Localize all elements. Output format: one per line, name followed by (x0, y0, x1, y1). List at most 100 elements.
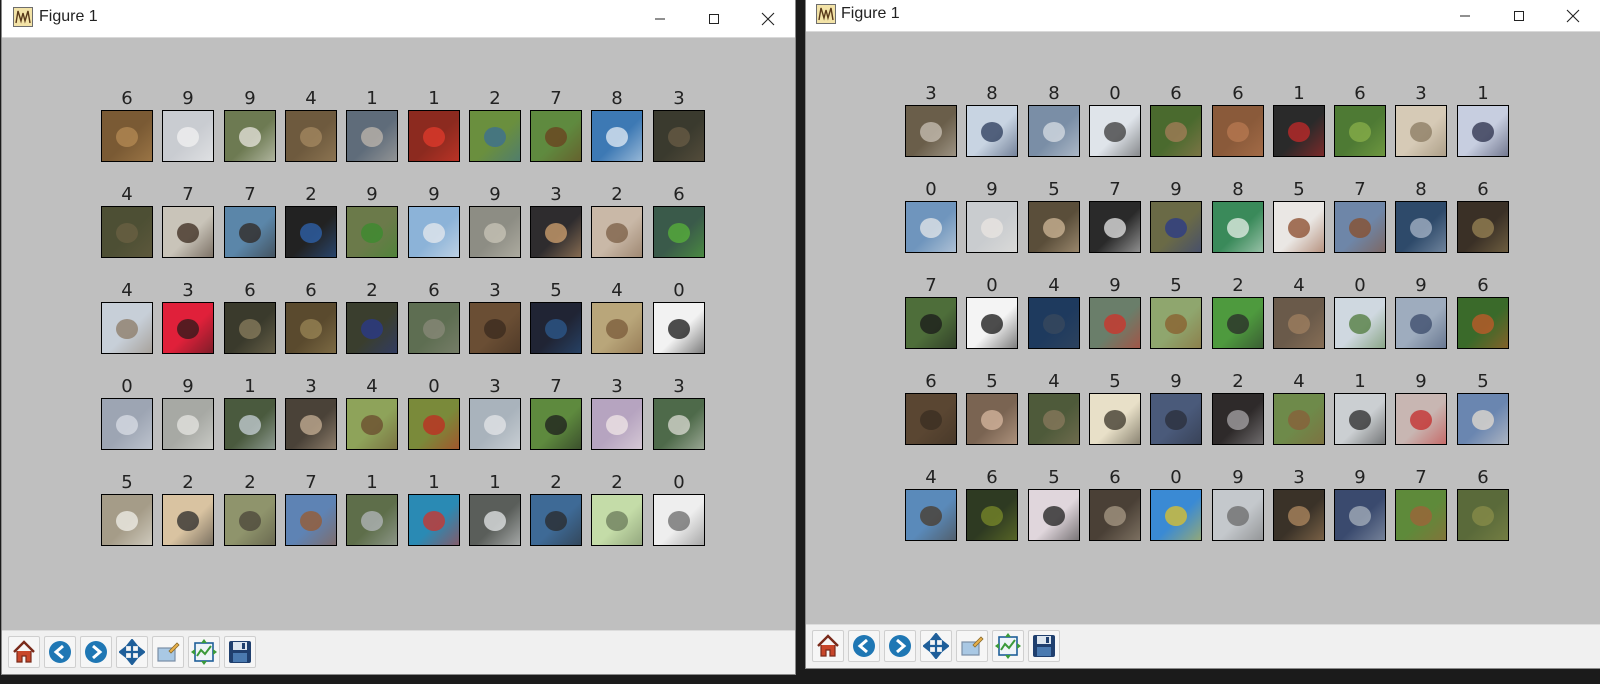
class-label: 3 (925, 83, 937, 104)
cifar-thumbnail (1212, 105, 1264, 157)
cifar-thumbnail (224, 494, 276, 546)
zoom-button[interactable] (152, 636, 184, 668)
forward-button[interactable] (80, 636, 112, 668)
maximize-button[interactable] (1492, 0, 1546, 31)
cifar-thumbnail (1457, 393, 1509, 445)
maximize-button[interactable] (687, 0, 741, 37)
home-button[interactable] (812, 630, 844, 662)
cifar-thumbnail (1334, 297, 1386, 349)
class-label: 4 (1048, 275, 1060, 296)
cifar-thumbnail (101, 494, 153, 546)
cifar-thumbnail (1273, 105, 1325, 157)
class-label: 4 (1048, 371, 1060, 392)
cifar-thumbnail (905, 105, 957, 157)
cifar-thumbnail (1028, 489, 1080, 541)
cifar-thumbnail (591, 206, 643, 258)
class-label: 7 (305, 472, 317, 493)
cifar-thumbnail (1212, 489, 1264, 541)
class-label: 3 (673, 88, 685, 109)
class-label: 1 (244, 376, 256, 397)
cifar-thumbnail (591, 398, 643, 450)
cifar-thumbnail (591, 302, 643, 354)
cifar-thumbnail (1028, 105, 1080, 157)
cifar-thumbnail (408, 494, 460, 546)
class-label: 1 (428, 88, 440, 109)
class-label: 6 (673, 184, 685, 205)
cifar-thumbnail (1089, 201, 1141, 253)
cifar-thumbnail (591, 110, 643, 162)
cifar-thumbnail (346, 110, 398, 162)
cifar-thumbnail (469, 206, 521, 258)
class-label: 0 (673, 280, 685, 301)
back-button[interactable] (44, 636, 76, 668)
class-label: 6 (1109, 467, 1121, 488)
home-button[interactable] (8, 636, 40, 668)
class-label: 6 (1477, 275, 1489, 296)
cifar-thumbnail (530, 302, 582, 354)
class-label: 6 (1232, 83, 1244, 104)
class-label: 7 (244, 184, 256, 205)
cifar-thumbnail (224, 302, 276, 354)
forward-button[interactable] (884, 630, 916, 662)
cifar-thumbnail (653, 398, 705, 450)
forward-arrow-icon (83, 639, 109, 665)
class-label: 4 (925, 467, 937, 488)
cifar-thumbnail (1395, 489, 1447, 541)
minimize-button[interactable] (1438, 0, 1492, 31)
class-label: 7 (550, 88, 562, 109)
class-label: 9 (1354, 467, 1366, 488)
cifar-thumbnail (1089, 297, 1141, 349)
navigation-toolbar (2, 630, 795, 674)
pan-button[interactable] (920, 630, 952, 662)
class-label: 8 (1415, 179, 1427, 200)
class-label: 6 (1354, 83, 1366, 104)
title-bar[interactable]: Figure 1 (2, 0, 795, 38)
cifar-thumbnail (1334, 393, 1386, 445)
cifar-thumbnail (966, 489, 1018, 541)
save-button[interactable] (224, 636, 256, 668)
minimize-button[interactable] (633, 0, 687, 37)
back-button[interactable] (848, 630, 880, 662)
save-button[interactable] (1028, 630, 1060, 662)
cifar-thumbnail (285, 494, 337, 546)
class-label: 8 (611, 88, 623, 109)
cifar-thumbnail (653, 302, 705, 354)
matplotlib-app-icon (816, 4, 836, 24)
close-button[interactable] (741, 0, 795, 37)
class-label: 6 (121, 88, 133, 109)
class-label: 9 (489, 184, 501, 205)
class-label: 6 (986, 467, 998, 488)
cifar-thumbnail (1150, 297, 1202, 349)
cifar-thumbnail (1089, 105, 1141, 157)
figure-canvas[interactable]: 3 8 8 0 6 6 1 6 3 1 0 9 5 7 9 8 5 7 8 6 7 0 4 9 5 2 4 0 9 6 6 5 4 5 9 2 4 1 9 5… (806, 32, 1600, 625)
cifar-thumbnail (1212, 297, 1264, 349)
cifar-thumbnail (1089, 489, 1141, 541)
cifar-thumbnail (530, 398, 582, 450)
back-arrow-icon (47, 639, 73, 665)
figure-canvas[interactable]: 6 9 9 4 1 1 2 7 8 3 4 7 7 2 9 9 9 3 2 6 4 3 6 6 2 6 3 5 4 0 0 9 1 3 4 0 3 7 3 3… (2, 38, 795, 631)
cifar-thumbnail (1212, 393, 1264, 445)
pan-button[interactable] (116, 636, 148, 668)
cifar-thumbnail (653, 494, 705, 546)
cifar-thumbnail (1273, 393, 1325, 445)
subplots-button[interactable] (992, 630, 1024, 662)
minimize-icon (1460, 15, 1470, 16)
class-label: 3 (489, 280, 501, 301)
cifar-thumbnail (1273, 489, 1325, 541)
zoom-button[interactable] (956, 630, 988, 662)
close-button[interactable] (1546, 0, 1600, 31)
home-icon (815, 633, 841, 659)
cifar-thumbnail (162, 110, 214, 162)
class-label: 4 (121, 280, 133, 301)
class-label: 5 (1170, 275, 1182, 296)
class-label: 0 (986, 275, 998, 296)
class-label: 1 (1354, 371, 1366, 392)
cifar-thumbnail (905, 201, 957, 253)
class-label: 3 (673, 376, 685, 397)
cifar-thumbnail (101, 398, 153, 450)
class-label: 6 (1170, 83, 1182, 104)
cifar-thumbnail (101, 302, 153, 354)
subplots-button[interactable] (188, 636, 220, 668)
class-label: 3 (1415, 83, 1427, 104)
title-bar[interactable]: Figure 1 (806, 0, 1600, 32)
